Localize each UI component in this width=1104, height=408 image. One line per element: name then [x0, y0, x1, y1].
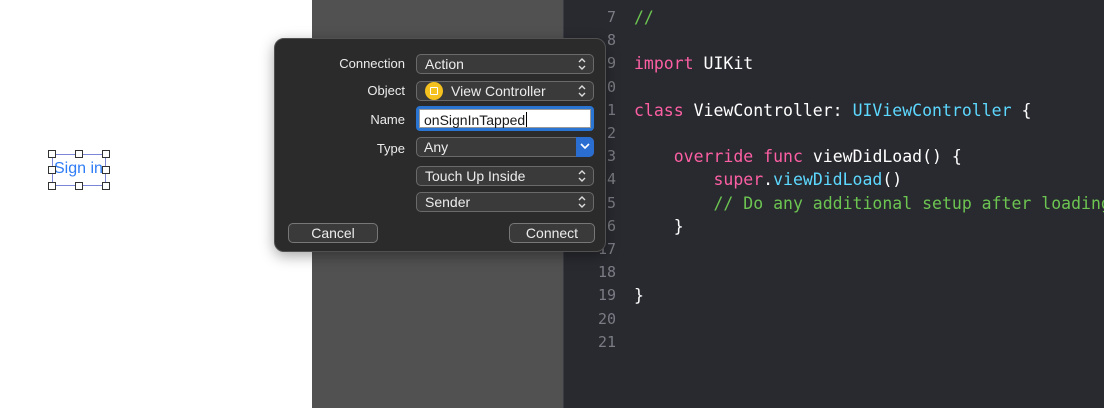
- code-token: // Do any additional setup after loading: [634, 193, 1104, 213]
- code-line[interactable]: 20: [564, 308, 1104, 331]
- resize-handle-left[interactable]: [48, 166, 56, 174]
- resize-handle-right[interactable]: [102, 166, 110, 174]
- code-text: class ViewController: UIViewController {: [634, 99, 1031, 122]
- code-token: override: [634, 147, 754, 167]
- type-dropdown-button[interactable]: [576, 137, 594, 157]
- code-line[interactable]: 19}: [564, 284, 1104, 307]
- code-line[interactable]: 16 }: [564, 215, 1104, 238]
- code-line[interactable]: 7 //: [564, 6, 1104, 29]
- resize-handle-bottom-left[interactable]: [48, 182, 56, 190]
- line-number: 21: [597, 332, 616, 351]
- arguments-popup[interactable]: Sender: [416, 192, 594, 212]
- name-text: onSignInTapped: [424, 112, 526, 128]
- resize-handle-bottom-right[interactable]: [102, 182, 110, 190]
- line-number: 7: [606, 8, 616, 26]
- code-token: ViewController:: [683, 100, 853, 120]
- name-field-inner: onSignInTapped: [419, 109, 591, 128]
- code-editor[interactable]: 7 // 8 9 import UIKit 10 11 class ViewControlle…: [564, 0, 1104, 408]
- code-line[interactable]: 18: [564, 261, 1104, 284]
- object-value: View Controller: [451, 83, 546, 99]
- view-controller-icon: [425, 82, 443, 100]
- code-line[interactable]: 11 class ViewController: UIViewController…: [564, 99, 1104, 122]
- connection-popover: Connection Action Object View Controller…: [274, 38, 606, 252]
- code-token: viewDidLoad: [773, 170, 883, 190]
- chevron-up-down-icon: [578, 85, 586, 97]
- code-token: (): [882, 170, 903, 190]
- code-token: UIViewController: [852, 100, 1012, 120]
- chevron-up-down-icon: [578, 196, 586, 208]
- code-text: // Do any additional setup after loading: [634, 192, 1104, 215]
- type-combobox[interactable]: Any: [416, 137, 594, 157]
- sign-in-button-label: Sign in: [54, 160, 103, 177]
- resize-handle-top-right[interactable]: [102, 150, 110, 158]
- code-token: UIKit: [693, 54, 754, 74]
- line-number: 19: [597, 286, 616, 305]
- code-text: import UIKit: [634, 52, 753, 75]
- type-value: Any: [424, 139, 449, 155]
- resize-handle-top[interactable]: [75, 150, 83, 158]
- code-line[interactable]: 21: [564, 331, 1104, 354]
- code-token: viewDidLoad() {: [802, 147, 962, 167]
- chevron-down-icon: [580, 143, 590, 150]
- connection-popup[interactable]: Action: [416, 54, 594, 74]
- event-value: Touch Up Inside: [425, 168, 526, 184]
- code-token: {: [1011, 100, 1032, 120]
- connection-label: Connection: [339, 56, 405, 71]
- connect-button[interactable]: Connect: [509, 223, 595, 243]
- code-text: }: [634, 284, 644, 307]
- code-token: class: [634, 100, 684, 120]
- name-label: Name: [370, 112, 405, 127]
- object-label: Object: [367, 83, 405, 98]
- resize-handle-bottom[interactable]: [75, 182, 83, 190]
- code-text: //: [634, 6, 654, 29]
- storyboard-canvas: Sign in: [0, 0, 312, 408]
- chevron-up-down-icon: [578, 170, 586, 182]
- code-line[interactable]: 12: [564, 122, 1104, 145]
- cancel-button[interactable]: Cancel: [288, 223, 378, 243]
- code-line[interactable]: 8: [564, 29, 1104, 52]
- name-field[interactable]: onSignInTapped: [416, 106, 594, 131]
- code-token: import: [634, 54, 694, 74]
- code-token: }: [634, 286, 644, 306]
- code-token: }: [634, 216, 684, 236]
- resize-handle-top-left[interactable]: [48, 150, 56, 158]
- type-label: Type: [376, 141, 405, 156]
- code-line[interactable]: 14 super.viewDidLoad(): [564, 168, 1104, 191]
- code-token: //: [634, 8, 654, 27]
- code-text: override func viewDidLoad() {: [634, 145, 962, 168]
- code-line[interactable]: 15 // Do any additional setup after load…: [564, 192, 1104, 215]
- code-text: super.viewDidLoad(): [634, 168, 902, 191]
- event-popup[interactable]: Touch Up Inside: [416, 166, 594, 186]
- code-line[interactable]: 9 import UIKit: [564, 52, 1104, 75]
- code-token: super: [634, 170, 764, 190]
- sign-in-button[interactable]: Sign in: [48, 150, 110, 190]
- connection-value: Action: [425, 56, 464, 72]
- object-popup[interactable]: View Controller: [416, 81, 594, 101]
- code-token: .: [763, 170, 774, 190]
- code-line[interactable]: 10: [564, 76, 1104, 99]
- code-line[interactable]: 13 override func viewDidLoad() {: [564, 145, 1104, 168]
- code-token: func: [763, 147, 803, 167]
- name-field-value: onSignInTapped: [424, 112, 528, 128]
- arguments-value: Sender: [425, 194, 471, 210]
- code-text: }: [634, 215, 684, 238]
- chevron-up-down-icon: [578, 58, 586, 70]
- text-caret: [526, 112, 528, 127]
- line-number: 20: [597, 309, 616, 328]
- line-number: 18: [597, 263, 616, 282]
- code-line[interactable]: 17: [564, 238, 1104, 261]
